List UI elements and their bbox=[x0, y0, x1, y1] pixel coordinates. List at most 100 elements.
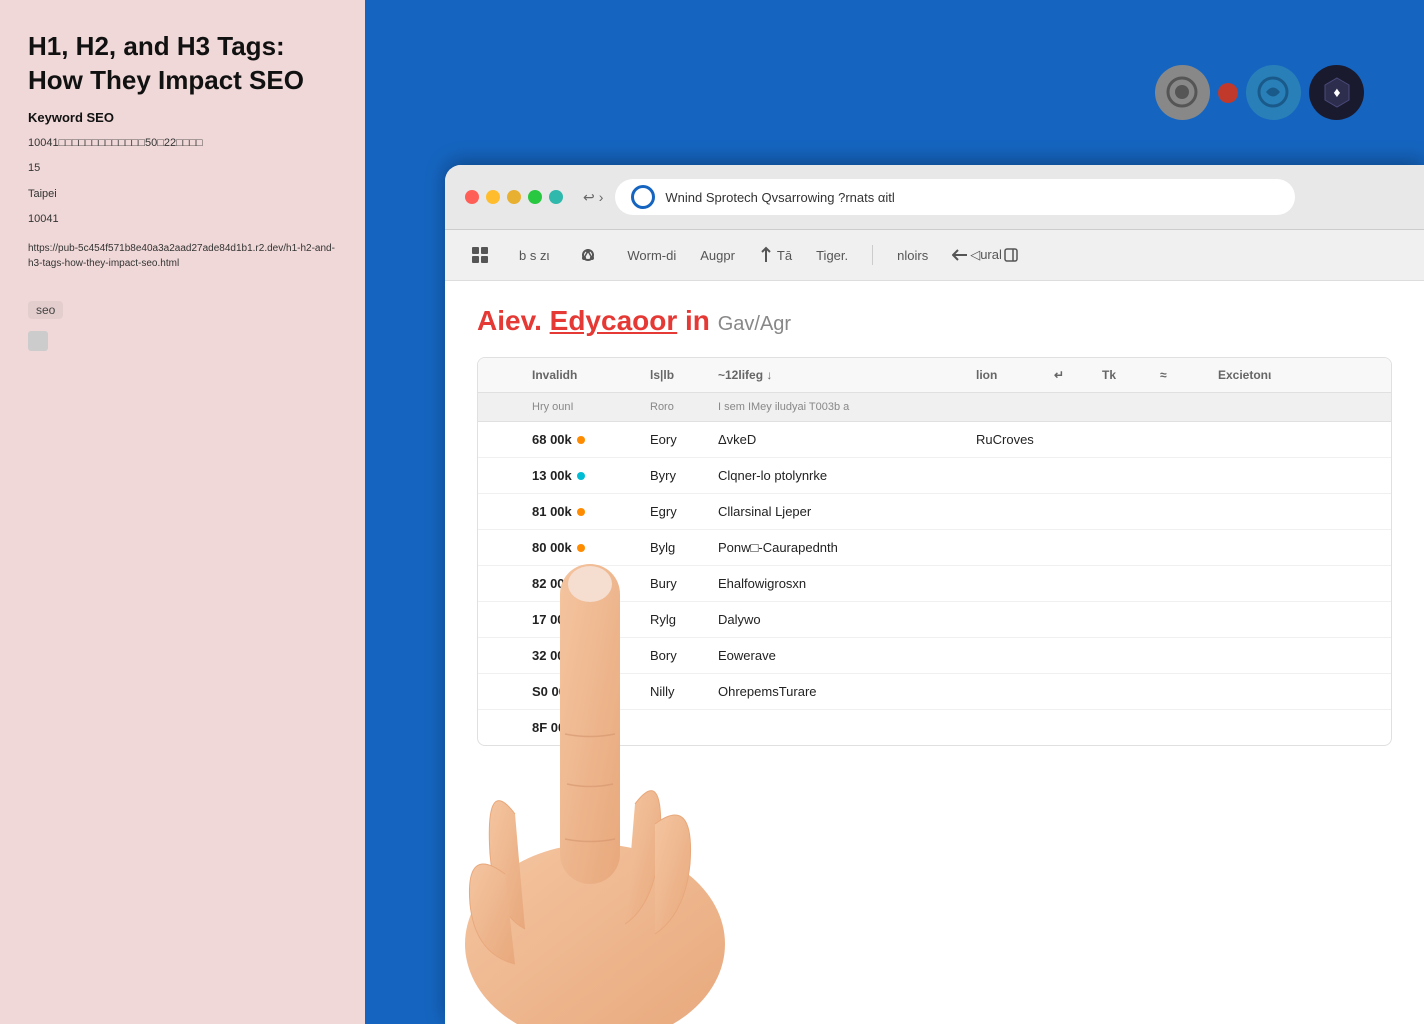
vol-4: 80 00k bbox=[532, 540, 642, 555]
cell-6-3: Dalywo bbox=[718, 612, 968, 627]
cell-3-2: Egry bbox=[650, 504, 710, 519]
top-bar: ♦ bbox=[365, 0, 1424, 185]
vol-8: S0 00k bbox=[532, 684, 642, 699]
cell-6-2: Rylg bbox=[650, 612, 710, 627]
main-area: ♦ ↩ › Wnind Sprotech Qvsarrowing ?rnats bbox=[365, 0, 1424, 1024]
cell-7-2: Bory bbox=[650, 648, 710, 663]
logo-1-icon bbox=[1155, 65, 1210, 120]
cell-5-2: Bury bbox=[650, 576, 710, 591]
forward-icon[interactable]: › bbox=[599, 189, 604, 205]
tab-ta[interactable]: Tā bbox=[777, 248, 792, 263]
table-row[interactable]: S0 00k Nilly OhrepemsTurare bbox=[478, 674, 1391, 710]
sidebar-meta2: 15 bbox=[28, 160, 337, 178]
cell-1-4: RuCroves bbox=[976, 432, 1046, 447]
table-row[interactable]: 32 00k Bory Eowerave bbox=[478, 638, 1391, 674]
table-row[interactable]: 8F 00k bbox=[478, 710, 1391, 745]
tab-worm[interactable]: Worm-di bbox=[627, 244, 676, 267]
vol-7: 32 00k bbox=[532, 648, 642, 663]
sidebar-subtitle: Keyword SEO bbox=[28, 110, 337, 125]
browser-content: Aiev. Edycaoor in Gav/Agr Invalidh ls|lb… bbox=[445, 281, 1424, 1024]
cell-2-2: Byry bbox=[650, 468, 710, 483]
cell-7-3: Eowerave bbox=[718, 648, 968, 663]
fork-icon-group: Tā bbox=[759, 246, 792, 264]
traffic-lights bbox=[465, 190, 563, 204]
sidebar-tag[interactable]: seo bbox=[28, 301, 63, 319]
browser-nav: b s zι Worm-di Augpr Tā bbox=[445, 230, 1424, 281]
content-title-suffix: in bbox=[685, 305, 710, 336]
cell-2-3: Clqner-lo ptolynrke bbox=[718, 468, 968, 483]
nav-divider bbox=[872, 245, 873, 265]
nav-arrows[interactable]: ↩ › bbox=[583, 189, 603, 206]
table-row[interactable]: 82 00k Bury Ehalfowigrosxn bbox=[478, 566, 1391, 602]
share-icon[interactable] bbox=[573, 240, 603, 270]
subheader-1: Hry ounΙ bbox=[532, 401, 642, 413]
col-header-7: ≈ bbox=[1160, 368, 1210, 382]
cell-3-3: Cllarsinal Ljeper bbox=[718, 504, 968, 519]
vol-5: 82 00k bbox=[532, 576, 642, 591]
col-header-4: lion bbox=[976, 368, 1046, 382]
traffic-light-3 bbox=[507, 190, 521, 204]
table-row[interactable]: 13 00k Byry Clqner-lo ptolynrke bbox=[478, 458, 1391, 494]
cell-8-2: Nilly bbox=[650, 684, 710, 699]
logo-group: ♦ bbox=[1155, 65, 1364, 120]
address-bar[interactable]: Wnind Sprotech Qvsarrowing ?rnats αitl bbox=[615, 179, 1295, 215]
copy-icon[interactable] bbox=[28, 331, 48, 351]
svg-text:♦: ♦ bbox=[1333, 84, 1340, 100]
table-row[interactable]: 68 00k Eory ΔvkeD RuCroves bbox=[478, 422, 1391, 458]
cell-4-3: Ponw□-Caurapednth bbox=[718, 540, 968, 555]
cell-8-3: OhrepemsTurare bbox=[718, 684, 968, 699]
col-header-5: ↵ bbox=[1054, 368, 1094, 382]
col-header-0 bbox=[494, 368, 524, 382]
vol-1: 68 00k bbox=[532, 432, 642, 447]
back-icon[interactable]: ↩ bbox=[583, 189, 595, 206]
vol-6: 17 004 bbox=[532, 612, 642, 627]
sidebar-title: H1, H2, and H3 Tags: How They Impact SEO bbox=[28, 30, 337, 98]
table-row[interactable]: 17 004 Rylg Dalywo bbox=[478, 602, 1391, 638]
subheader-2: Roro bbox=[650, 401, 710, 413]
sidebar-link[interactable]: https://pub-5c454f571b8e40a3a2aad27ade84… bbox=[28, 241, 337, 271]
col-header-6: Tk bbox=[1102, 368, 1152, 382]
sidebar: H1, H2, and H3 Tags: How They Impact SEO… bbox=[0, 0, 365, 1024]
table-subheader: Hry ounΙ Roro I sem IMey iludyai T003b a bbox=[478, 393, 1391, 422]
cell-1-2: Eory bbox=[650, 432, 710, 447]
content-title-plain: Aiev. bbox=[477, 305, 542, 336]
cell-5-3: Ehalfowigrosxn bbox=[718, 576, 968, 591]
content-title-sub: Gav/Agr bbox=[718, 313, 791, 335]
table-header: Invalidh ls|lb ~12lifeg ↓ lion ↵ Tk ≈ Ex… bbox=[478, 358, 1391, 393]
browser-logo-icon bbox=[631, 185, 655, 209]
data-table: Invalidh ls|lb ~12lifeg ↓ lion ↵ Tk ≈ Ex… bbox=[477, 357, 1392, 746]
browser-chrome: ↩ › Wnind Sprotech Qvsarrowing ?rnats αi… bbox=[445, 165, 1424, 230]
subheader-3: I sem IMey iludyai T003b a bbox=[718, 401, 968, 413]
content-heading: Aiev. Edycaoor in Gav/Agr bbox=[477, 305, 1392, 337]
vol-3: 81 00k bbox=[532, 504, 642, 519]
grid-icon[interactable] bbox=[465, 240, 495, 270]
content-title-highlight: Edycaoor bbox=[550, 305, 678, 336]
sidebar-meta1: 10041□□□□□□□□□□□□□50□22□□□□ bbox=[28, 135, 337, 153]
col-header-1: Invalidh bbox=[532, 368, 642, 382]
minimize-button[interactable] bbox=[486, 190, 500, 204]
col-header-8: Excietonι bbox=[1218, 368, 1338, 382]
tab-augpr[interactable]: Augpr bbox=[700, 244, 735, 267]
close-button[interactable] bbox=[465, 190, 479, 204]
cell-4-2: Bylg bbox=[650, 540, 710, 555]
cell-1-3: ΔvkeD bbox=[718, 432, 968, 447]
vol-9: 8F 00k bbox=[532, 720, 642, 735]
logo-4-icon: ♦ bbox=[1309, 65, 1364, 120]
fork-icon bbox=[759, 246, 773, 264]
tab-ural[interactable]: ◁ural bbox=[970, 247, 1002, 263]
table-row[interactable]: 80 00k Bylg Ponw□-Caurapednth bbox=[478, 530, 1391, 566]
tab-tiger[interactable]: Tiger. bbox=[816, 244, 848, 267]
back-nav-icon bbox=[952, 248, 968, 262]
tab-nloirs[interactable]: nloirs bbox=[897, 244, 928, 267]
sidebar-meta3: Taipei bbox=[28, 186, 337, 204]
logo-2-icon bbox=[1218, 83, 1238, 103]
tab-bszl[interactable]: b s zι bbox=[519, 244, 549, 267]
logo-3-icon bbox=[1246, 65, 1301, 120]
back-arrow-group: ◁ural bbox=[952, 247, 1018, 263]
browser-window: ↩ › Wnind Sprotech Qvsarrowing ?rnats αi… bbox=[445, 165, 1424, 1024]
traffic-light-5 bbox=[549, 190, 563, 204]
sidebar-meta4: 10041 bbox=[28, 211, 337, 229]
table-row[interactable]: 81 00k Egry Cllarsinal Ljeper bbox=[478, 494, 1391, 530]
maximize-button[interactable] bbox=[528, 190, 542, 204]
vol-2: 13 00k bbox=[532, 468, 642, 483]
